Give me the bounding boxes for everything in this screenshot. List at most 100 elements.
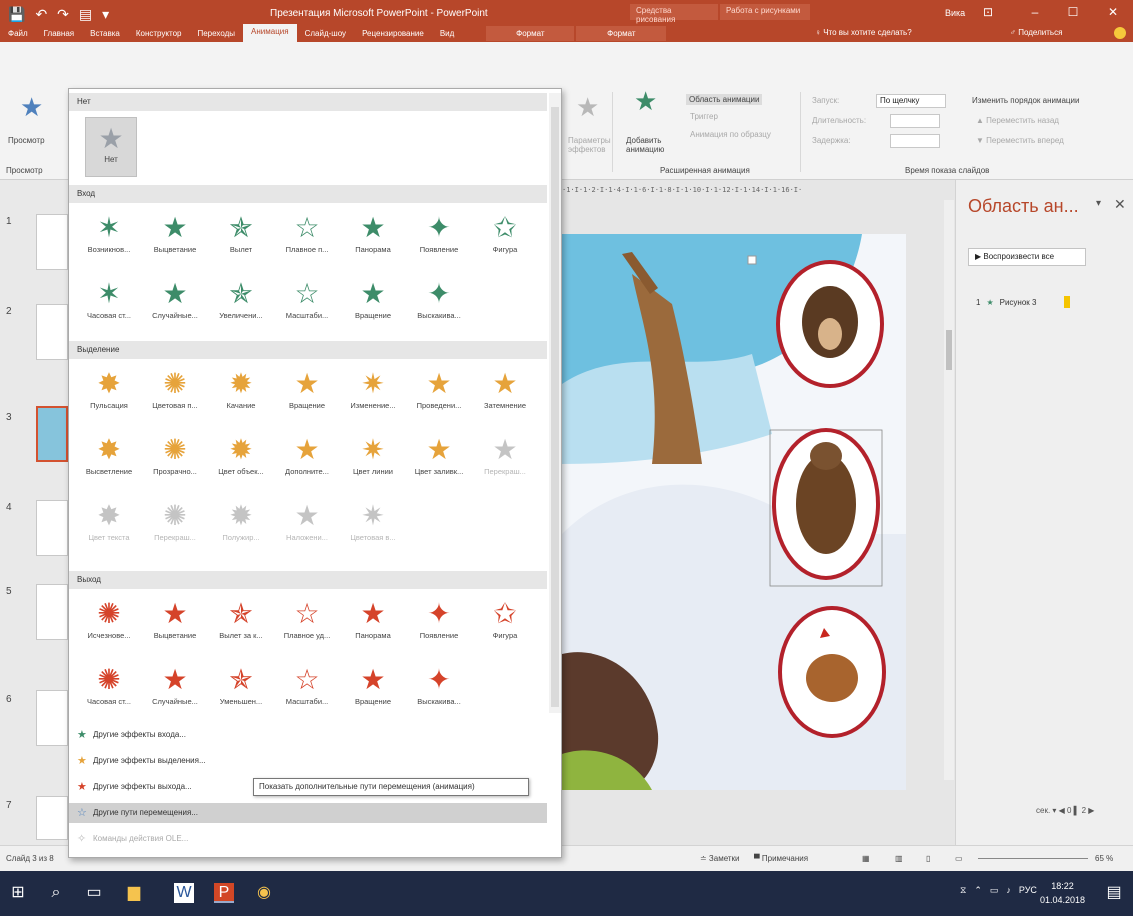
move-later-button[interactable]: ▼ Переместить вперед [976,136,1064,145]
tab-format-picture[interactable]: Формат [576,25,667,41]
start-icon[interactable]: ⊞ [8,883,28,903]
effect-exit-8[interactable]: ★ Случайные... [145,657,205,717]
effect-entrance-6[interactable]: ✩ Фигура [475,205,535,265]
add-animation-icon[interactable]: ★ [634,86,657,117]
task-view-icon[interactable]: ▭ [84,883,104,903]
tab-design[interactable]: Конструктор [128,26,190,41]
effect-entrance-12[interactable]: ✦ Выскакива... [409,271,469,331]
effect-emphasis-8[interactable]: ✺ Прозрачно... [145,427,205,487]
slide-thumbnail-1[interactable] [36,214,68,270]
notes-button[interactable]: ≐ Заметки [700,854,740,863]
effect-entrance-3[interactable]: ☆ Плавное п... [277,205,337,265]
tab-animations[interactable]: Анимация [243,24,297,42]
share-button[interactable]: ♂ Поделиться [1010,28,1062,37]
effect-emphasis-14[interactable]: ✸ Цвет текста [79,493,139,553]
effect-emphasis-6[interactable]: ★ Затемнение [475,361,535,421]
redo-icon[interactable]: ↷ [57,6,69,23]
comments-button[interactable]: ▀ Примечания [754,854,808,863]
slide-canvas[interactable] [562,234,906,790]
close-pane-icon[interactable]: ✕ [1114,196,1126,213]
animation-painter-button[interactable]: Анимация по образцу [690,130,771,139]
slide-thumbnail-6[interactable] [36,690,68,746]
slide-thumbnail-5[interactable] [36,584,68,640]
effect-entrance-10[interactable]: ☆ Масштаби... [277,271,337,331]
preview-icon[interactable]: ★ [20,92,43,123]
start-dropdown[interactable]: По щелчку [876,94,946,108]
zoom-slider[interactable] [978,858,1088,859]
tell-me-search[interactable]: ♀ Что вы хотите сделать? [815,28,912,37]
network-icon[interactable]: ▭ [990,885,999,896]
effect-options-icon[interactable]: ★ [576,92,599,123]
slide-thumbnail-3[interactable] [36,406,68,462]
scrollbar-thumb[interactable] [551,107,559,707]
slideshow-view-icon[interactable]: ▭ [955,854,963,863]
add-animation-button[interactable]: Добавить анимацию [626,136,666,154]
minimize-button[interactable]: – [1022,5,1048,21]
scrollbar-thumb[interactable] [946,330,952,370]
reading-view-icon[interactable]: ▯ [926,854,930,863]
effect-emphasis-4[interactable]: ✷ Изменение... [343,361,403,421]
more-entrance-effects[interactable]: ★ Другие эффекты входа... [69,725,547,745]
effect-emphasis-2[interactable]: ✹ Качание [211,361,271,421]
effect-entrance-11[interactable]: ★ Вращение [343,271,403,331]
more-motion-paths[interactable]: ☆ Другие пути перемещения... [69,803,547,823]
tab-transitions[interactable]: Переходы [189,26,243,41]
effect-exit-12[interactable]: ✦ Выскакива... [409,657,469,717]
effect-entrance-1[interactable]: ★ Выцветание [145,205,205,265]
user-name[interactable]: Вика [945,8,965,18]
browser-icon[interactable]: ◉ [254,883,274,903]
effect-none[interactable]: ★ Нет [85,117,137,177]
effect-exit-7[interactable]: ✺ Часовая ст... [79,657,139,717]
effect-entrance-0[interactable]: ✶ Возникнов... [79,205,139,265]
volume-icon[interactable]: ♪ [1006,885,1011,896]
effect-exit-5[interactable]: ✦ Появление [409,591,469,651]
customize-toolbar-icon[interactable]: ▾ [102,6,109,23]
effect-entrance-8[interactable]: ★ Случайные... [145,271,205,331]
effect-emphasis-1[interactable]: ✺ Цветовая п... [145,361,205,421]
zoom-level[interactable]: 65 % [1095,854,1113,863]
effect-emphasis-17[interactable]: ★ Наложени... [277,493,337,553]
undo-icon[interactable]: ↶ [35,6,47,23]
tab-view[interactable]: Вид [432,26,462,41]
effect-exit-4[interactable]: ★ Панорама [343,591,403,651]
tray-icon-1[interactable]: ⧖ [960,885,966,896]
notifications-icon[interactable]: ▤ [1104,883,1124,903]
maximize-button[interactable]: ☐ [1060,5,1086,21]
effect-entrance-7[interactable]: ✶ Часовая ст... [79,271,139,331]
effect-emphasis-18[interactable]: ✷ Цветовая в... [343,493,403,553]
effect-emphasis-5[interactable]: ★ Проведени... [409,361,469,421]
ribbon-display-options-icon[interactable]: ⊡ [975,5,1001,21]
slide-sorter-icon[interactable]: ▥ [895,854,903,863]
preview-button[interactable]: Просмотр [8,136,45,145]
tab-review[interactable]: Рецензирование [354,26,432,41]
effect-emphasis-9[interactable]: ✹ Цвет объек... [211,427,271,487]
clock[interactable]: 18:22 01.04.2018 [1040,879,1085,907]
normal-view-icon[interactable]: ▦ [862,854,870,863]
effect-emphasis-11[interactable]: ✷ Цвет линии [343,427,403,487]
effect-exit-1[interactable]: ★ Выцветание [145,591,205,651]
search-icon[interactable]: ⌕ [46,883,66,903]
close-button[interactable]: ✕ [1100,5,1126,21]
tab-file[interactable]: Файл [0,26,36,41]
tab-insert[interactable]: Вставка [82,26,128,41]
effect-emphasis-7[interactable]: ✸ Высветление [79,427,139,487]
pane-timeline-controls[interactable]: сек. ▾ ◀ 0 ▌ 2 ▶ [1036,806,1094,815]
effect-emphasis-10[interactable]: ★ Дополните... [277,427,337,487]
effect-emphasis-13[interactable]: ★ Перекраш... [475,427,535,487]
word-icon[interactable]: W [174,883,194,903]
animation-list-item[interactable]: 1 ★ Рисунок 3 [976,296,1071,308]
save-icon[interactable]: 💾 [8,6,25,23]
tab-slideshow[interactable]: Слайд-шоу [297,26,354,41]
delay-field[interactable] [890,134,940,148]
file-explorer-icon[interactable]: ▆ [124,883,144,903]
tray-expand-icon[interactable]: ⌃ [974,885,982,896]
language-indicator[interactable]: РУС [1019,885,1037,896]
play-all-button[interactable]: ▶ Воспроизвести все [968,248,1086,266]
slide-thumbnail-2[interactable] [36,304,68,360]
vertical-scrollbar[interactable] [944,200,954,780]
effect-emphasis-3[interactable]: ★ Вращение [277,361,337,421]
effect-emphasis-16[interactable]: ✹ Полужир... [211,493,271,553]
feedback-smiley-icon[interactable] [1114,27,1126,39]
pane-options-icon[interactable]: ▾ [1096,198,1101,209]
effect-emphasis-12[interactable]: ★ Цвет заливк... [409,427,469,487]
